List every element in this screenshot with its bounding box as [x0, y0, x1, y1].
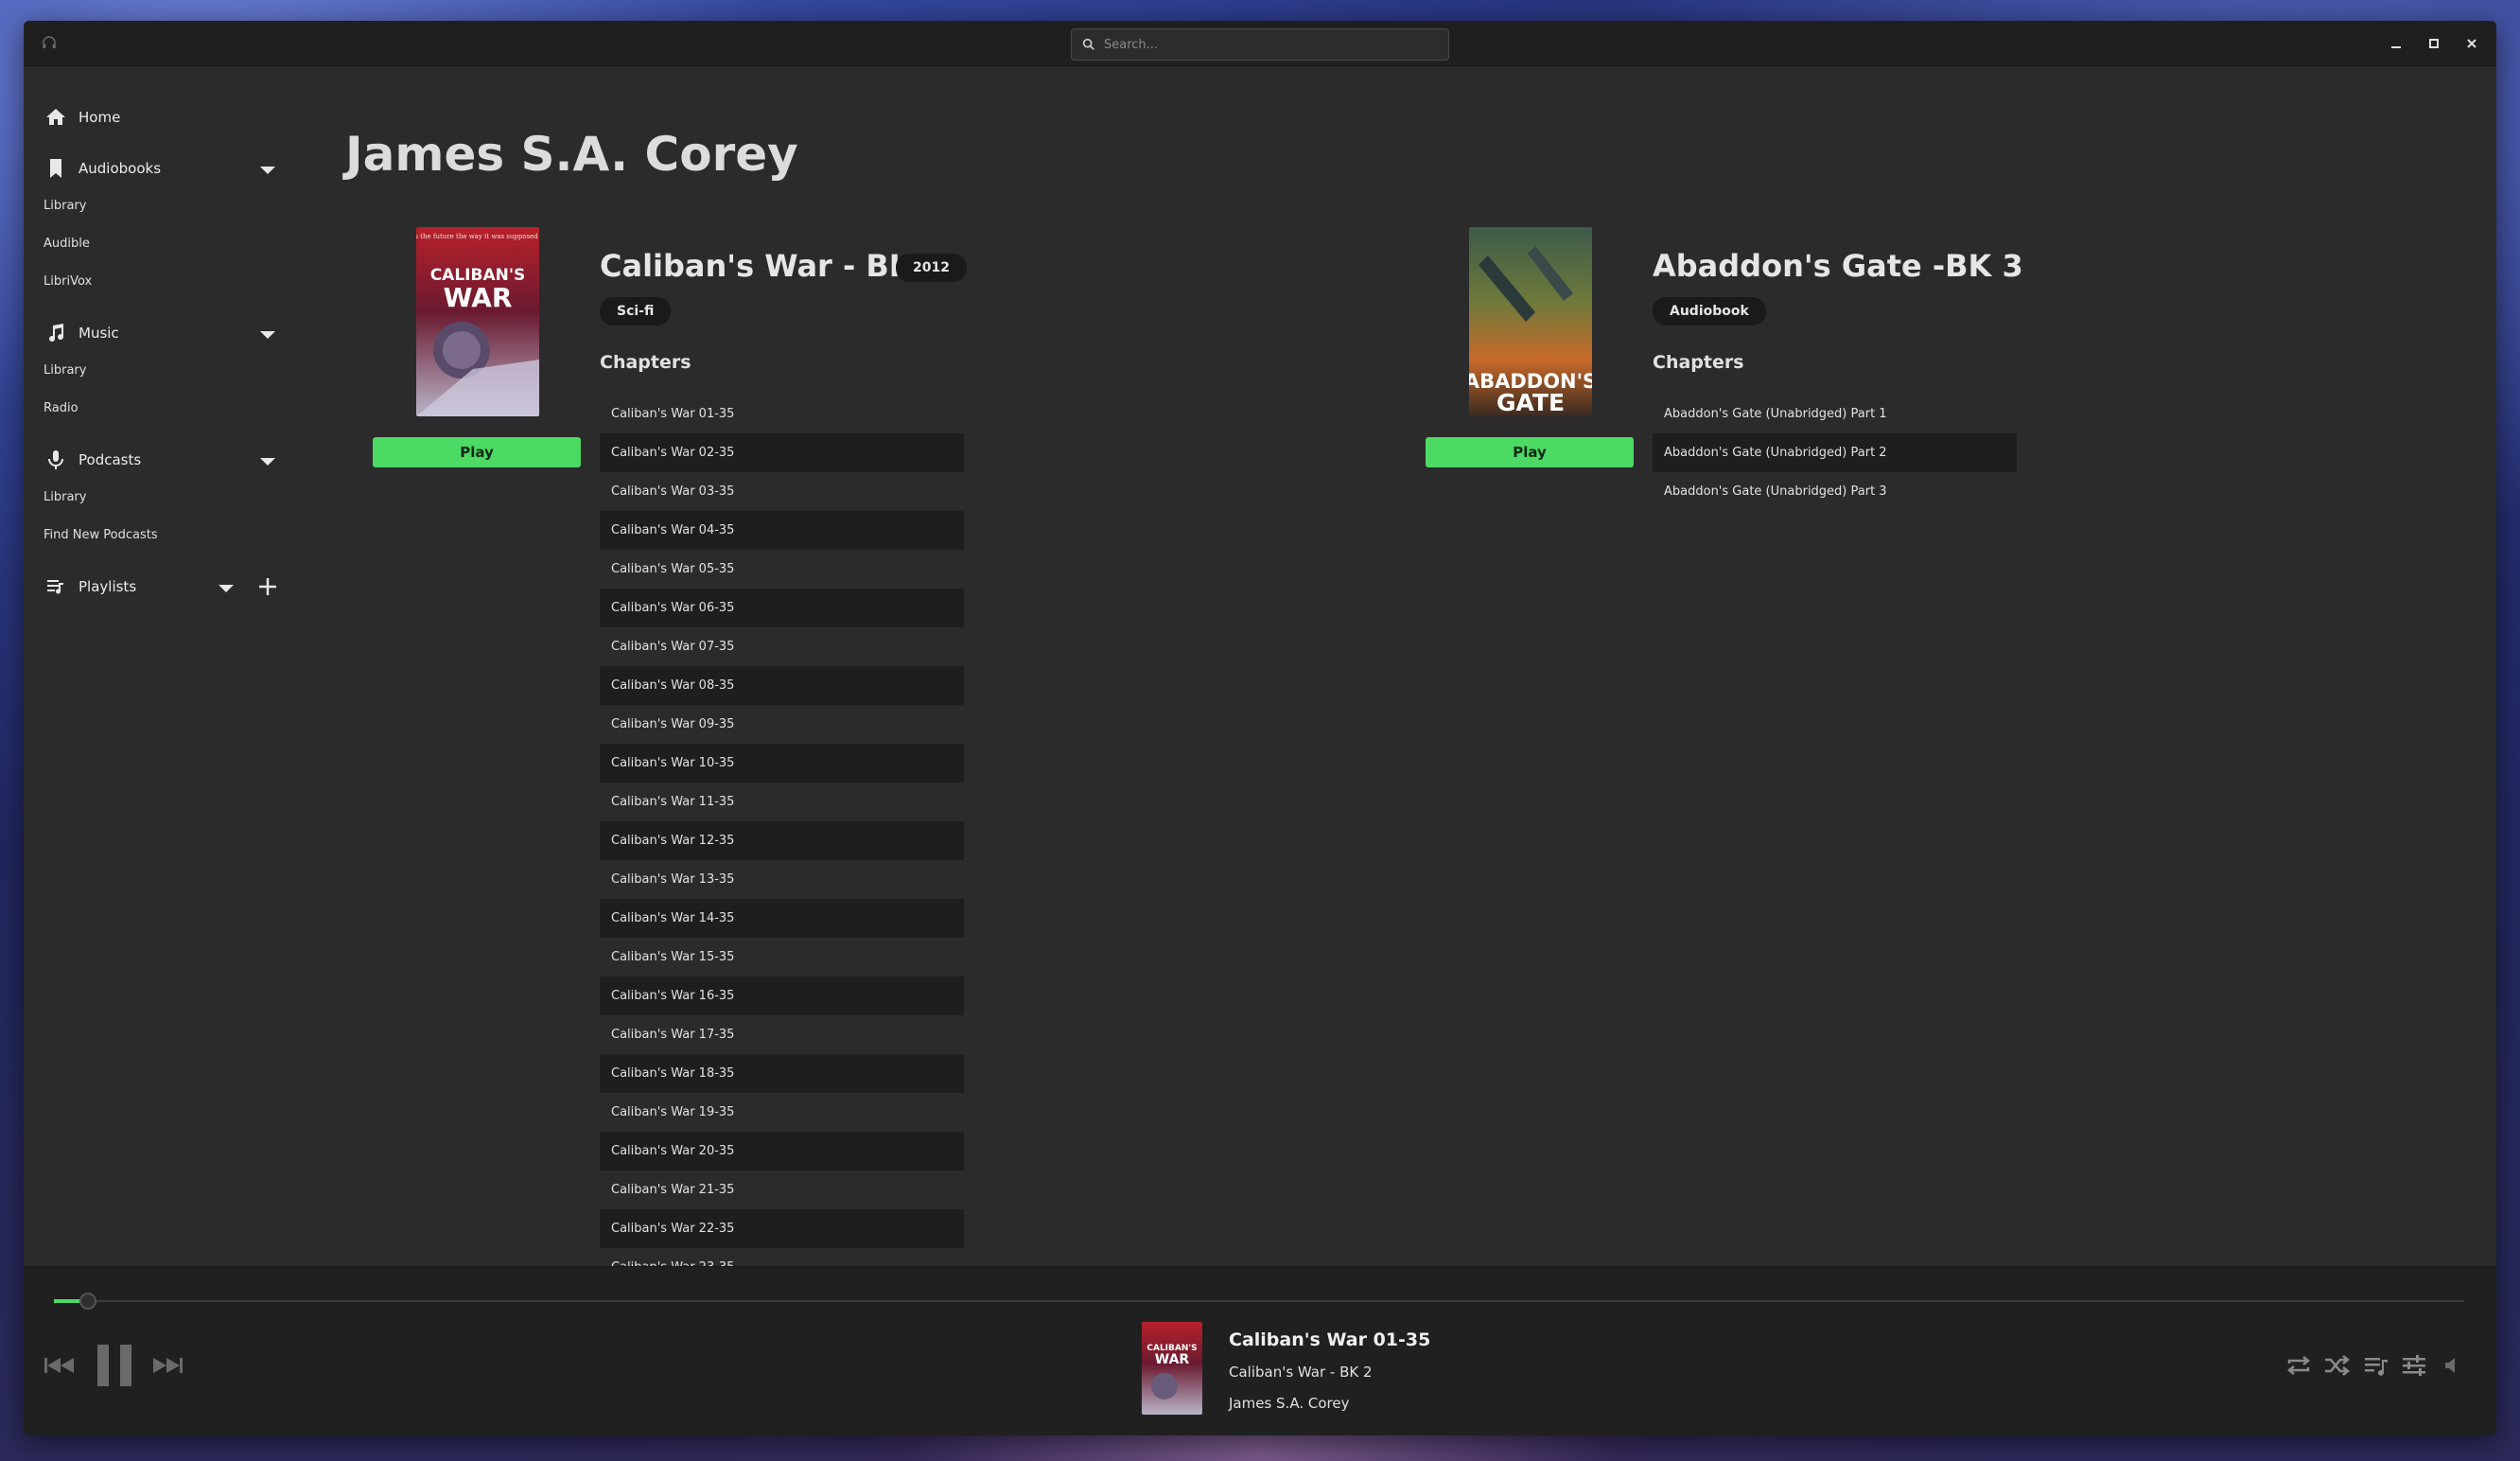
maximize-icon: [2429, 39, 2439, 48]
close-button[interactable]: [2460, 32, 2483, 55]
chapter-row[interactable]: Caliban's War 08-35: [600, 666, 964, 705]
svg-text:WAR: WAR: [444, 282, 513, 313]
minimize-icon: [2391, 46, 2401, 48]
app-window: Home Audiobooks Library Audible LibriVox…: [24, 21, 2496, 1435]
sidebar-music-label: Music: [79, 325, 119, 342]
chapter-row[interactable]: Caliban's War 22-35: [600, 1209, 964, 1248]
chapter-row[interactable]: Caliban's War 07-35: [600, 627, 964, 666]
progress-bar[interactable]: [54, 1293, 2464, 1310]
chapter-row[interactable]: Caliban's War 06-35: [600, 589, 964, 627]
chapter-row[interactable]: Caliban's War 09-35: [600, 705, 964, 744]
now-playing-album[interactable]: Caliban's War - BK 2: [1229, 1364, 1373, 1381]
bookmark-icon: [50, 159, 61, 178]
chapter-row[interactable]: Caliban's War 04-35: [600, 511, 964, 550]
album-cover-abaddons-gate[interactable]: ABADDON'S GATE: [1469, 227, 1592, 416]
sidebar-section-music[interactable]: Music: [44, 316, 119, 350]
sidebar-item-home[interactable]: Home: [44, 100, 120, 134]
music-collapse-icon[interactable]: [260, 331, 275, 339]
chapter-row[interactable]: Abaddon's Gate (Unabridged) Part 2: [1653, 433, 2017, 472]
album-cover-calibans-war[interactable]: "This is the future the way it was suppo…: [416, 227, 539, 416]
audiobooks-collapse-icon[interactable]: [260, 167, 275, 174]
headphones-icon: [41, 34, 58, 51]
title-bar: [24, 21, 2496, 66]
sidebar-section-audiobooks[interactable]: Audiobooks: [44, 151, 161, 185]
sidebar-item-music-library[interactable]: Library: [44, 363, 86, 378]
search-input[interactable]: [1104, 37, 1426, 52]
playlists-collapse-icon[interactable]: [219, 585, 234, 592]
sidebar-item-podcasts-library[interactable]: Library: [44, 490, 86, 504]
previous-icon[interactable]: [43, 1354, 77, 1377]
volume-icon[interactable]: [2440, 1352, 2468, 1379]
search-box[interactable]: [1071, 28, 1449, 61]
playlist-icon: [47, 580, 63, 594]
sidebar-item-audible[interactable]: Audible: [44, 237, 90, 251]
now-playing-artist[interactable]: James S.A. Corey: [1229, 1395, 1349, 1412]
main-content: James S.A. Corey "This is the future the…: [307, 66, 2496, 1287]
player-bar: CALIBAN'S WAR Caliban's War 01-35 Caliba…: [24, 1266, 2496, 1435]
year-badge: 2012: [896, 254, 967, 282]
genre-badge-audiobook[interactable]: Audiobook: [1653, 297, 1766, 326]
chapter-row[interactable]: Caliban's War 20-35: [600, 1132, 964, 1171]
svg-text:WAR: WAR: [1155, 1352, 1190, 1367]
progress-handle[interactable]: [79, 1293, 96, 1310]
sidebar-item-audiobooks-library[interactable]: Library: [44, 199, 86, 213]
chapter-row[interactable]: Caliban's War 13-35: [600, 860, 964, 899]
chapter-row[interactable]: Caliban's War 21-35: [600, 1171, 964, 1209]
chapter-row[interactable]: Caliban's War 19-35: [600, 1093, 964, 1132]
chapter-row[interactable]: Caliban's War 14-35: [600, 899, 964, 938]
next-icon[interactable]: [150, 1354, 184, 1377]
genre-badge-scifi[interactable]: Sci-fi: [600, 297, 672, 326]
sidebar: Home Audiobooks Library Audible LibriVox…: [24, 66, 307, 1287]
artist-title: James S.A. Corey: [345, 127, 798, 182]
sidebar-item-find-new-podcasts[interactable]: Find New Podcasts: [44, 528, 158, 542]
music-note-icon: [49, 324, 64, 343]
chapter-row[interactable]: Abaddon's Gate (Unabridged) Part 1: [1653, 395, 2017, 433]
queue-icon[interactable]: [2362, 1352, 2390, 1379]
chapter-row[interactable]: Caliban's War 03-35: [600, 472, 964, 511]
chapter-row[interactable]: Caliban's War 10-35: [600, 744, 964, 783]
sidebar-section-podcasts[interactable]: Podcasts: [44, 443, 141, 477]
sidebar-item-radio[interactable]: Radio: [44, 401, 79, 415]
sidebar-home-label: Home: [79, 109, 121, 126]
sidebar-podcasts-label: Podcasts: [79, 451, 142, 468]
maximize-button[interactable]: [2423, 32, 2445, 55]
minimize-button[interactable]: [2385, 32, 2407, 55]
sidebar-item-librivox[interactable]: LibriVox: [44, 274, 92, 289]
album-title-abaddons-gate: Abaddon's Gate -BK 3: [1653, 248, 2023, 284]
chapter-row[interactable]: Caliban's War 15-35: [600, 938, 964, 977]
chapter-row[interactable]: Caliban's War 17-35: [600, 1015, 964, 1054]
home-icon: [46, 109, 65, 125]
album-title-calibans-war: Caliban's War - BK 2: [600, 248, 944, 284]
chapter-row[interactable]: Caliban's War 02-35: [600, 433, 964, 472]
play-calibans-war-button[interactable]: Play: [373, 437, 581, 467]
chapter-row[interactable]: Caliban's War 01-35: [600, 395, 964, 433]
chapter-row[interactable]: Abaddon's Gate (Unabridged) Part 3: [1653, 472, 2017, 511]
repeat-icon[interactable]: [2284, 1352, 2313, 1379]
chapter-row[interactable]: Caliban's War 12-35: [600, 821, 964, 860]
chapter-row[interactable]: Caliban's War 05-35: [600, 550, 964, 589]
close-icon: [2467, 39, 2476, 48]
sidebar-section-playlists[interactable]: Playlists: [44, 570, 136, 604]
pause-icon[interactable]: [90, 1343, 137, 1388]
chapter-row[interactable]: Caliban's War 11-35: [600, 783, 964, 821]
search-icon: [1082, 38, 1094, 50]
shuffle-icon[interactable]: [2322, 1352, 2351, 1379]
now-playing-title: Caliban's War 01-35: [1229, 1329, 1431, 1350]
equalizer-icon[interactable]: [2400, 1352, 2428, 1379]
add-playlist-icon[interactable]: [256, 575, 279, 598]
now-playing-cover[interactable]: CALIBAN'S WAR: [1142, 1322, 1202, 1415]
sidebar-playlists-label: Playlists: [79, 578, 137, 595]
podcasts-collapse-icon[interactable]: [260, 458, 275, 466]
cover-quote-text: "This is the future the way it was suppo…: [416, 233, 539, 240]
chapter-list-calibans-war: Caliban's War 01-35 Caliban's War 02-35 Ca…: [600, 395, 964, 1287]
chapter-list-abaddons-gate: Abaddon's Gate (Unabridged) Part 1 Abaddo…: [1653, 395, 2017, 511]
svg-text:GATE: GATE: [1496, 389, 1565, 416]
chapter-row[interactable]: Caliban's War 16-35: [600, 977, 964, 1015]
sidebar-audiobooks-label: Audiobooks: [79, 160, 162, 177]
microphone-icon: [48, 450, 63, 469]
chapter-row[interactable]: Caliban's War 18-35: [600, 1054, 964, 1093]
play-abaddons-gate-button[interactable]: Play: [1426, 437, 1634, 467]
chapters-heading-abaddons-gate: Chapters: [1653, 352, 1744, 373]
chapters-heading-calibans-war: Chapters: [600, 352, 691, 373]
